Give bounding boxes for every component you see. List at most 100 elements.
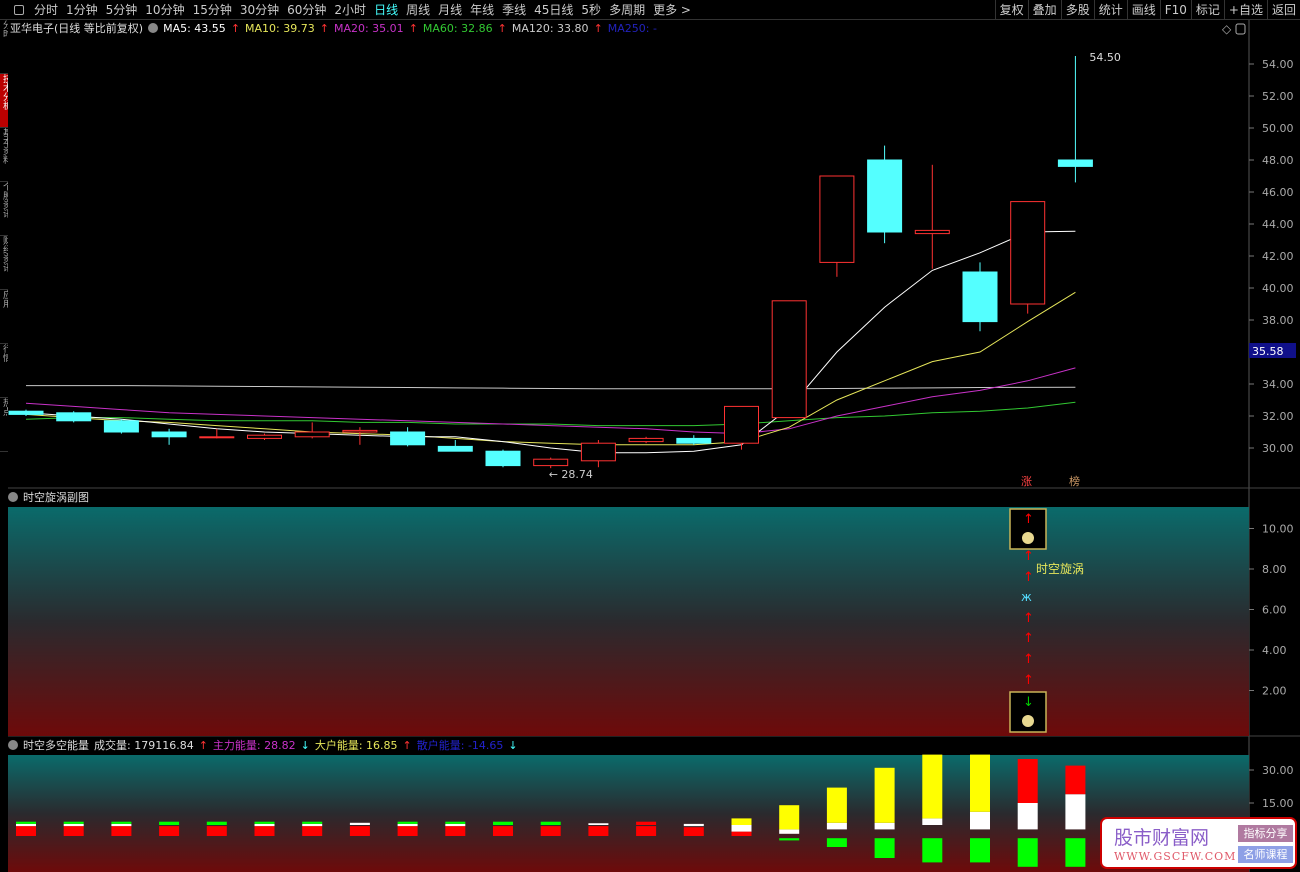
- y-tick-label: 4.00: [1262, 644, 1287, 657]
- energy-bar-segment: [683, 827, 704, 836]
- energy-bar-segment: [826, 822, 847, 830]
- candle: [247, 433, 282, 440]
- y-tick-label: 54.00: [1262, 58, 1294, 71]
- energy-bar: [874, 767, 895, 858]
- panel-icon[interactable]: [1235, 23, 1246, 35]
- candle: [867, 145, 903, 244]
- low-label: ← 28.74: [549, 468, 593, 481]
- candle: [628, 436, 664, 444]
- energy-bar: [111, 821, 132, 836]
- energy-bar-segment: [779, 838, 800, 841]
- energy-bar-segment: [254, 821, 275, 824]
- sub1-title: 时空旋涡副图: [23, 491, 89, 504]
- energy-bar-segment: [1017, 838, 1038, 867]
- energy-bar: [397, 821, 418, 836]
- energy-bar-segment: [636, 821, 657, 825]
- y-tick-label: 2.00: [1262, 685, 1287, 698]
- energy-bar-segment: [111, 821, 132, 824]
- y-tick-label: 15.00: [1262, 797, 1294, 810]
- energy-bar-segment: [636, 826, 657, 836]
- candle: [103, 419, 139, 434]
- signal-label: 时空旋涡: [1036, 562, 1084, 576]
- energy-bar-segment: [683, 823, 704, 827]
- y-tick-label: 34.00: [1262, 378, 1294, 391]
- arrow-down-icon: ↓: [1023, 695, 1034, 710]
- energy-bar-segment: [588, 823, 609, 825]
- sub1-toggle-icon[interactable]: [8, 492, 18, 502]
- energy-bar-segment: [63, 821, 84, 824]
- energy-bar-segment: [970, 838, 990, 863]
- energy-bar-segment: [1017, 759, 1038, 803]
- y-tick-label: 32.00: [1262, 410, 1294, 423]
- energy-bar-segment: [111, 823, 132, 827]
- energy-bar-segment: [349, 826, 370, 836]
- energy-bar-segment: [16, 823, 36, 827]
- retail-legend: 散户能量: -14.65: [416, 739, 504, 752]
- watermark-box: 股市财富网 WWW.GSCFW.COM 指标分享 名师课程: [1100, 817, 1297, 869]
- candle: [819, 175, 855, 277]
- energy-bar-segment: [111, 826, 132, 836]
- arrow-up-icon: ↑: [1023, 631, 1034, 646]
- energy-bar: [922, 754, 943, 863]
- energy-bar-segment: [206, 821, 227, 825]
- energy-bar: [731, 818, 752, 836]
- big-holder-legend: 大户能量: 16.85: [314, 739, 398, 752]
- energy-bar-segment: [445, 823, 466, 827]
- y-tick-label: 44.00: [1262, 218, 1294, 231]
- energy-bar: [445, 821, 466, 836]
- candle: [437, 440, 473, 452]
- y-tick-label: 10.00: [1262, 523, 1294, 536]
- money-bag-icon: [1022, 532, 1034, 544]
- energy-bar-segment: [397, 821, 418, 824]
- candle: [676, 435, 712, 445]
- y-tick-label: 52.00: [1262, 90, 1294, 103]
- energy-bar-segment: [779, 829, 800, 834]
- energy-bar-segment: [970, 754, 990, 812]
- energy-bar-segment: [731, 818, 752, 825]
- energy-bar-segment: [254, 823, 275, 827]
- energy-bar-segment: [445, 826, 466, 836]
- energy-bar: [1065, 765, 1086, 867]
- y-tick-label: 46.00: [1262, 186, 1294, 199]
- energy-bar-segment: [826, 787, 847, 823]
- candle: [485, 449, 521, 468]
- candle: [390, 427, 426, 447]
- candle: [1057, 56, 1093, 183]
- arrow-up-icon: ↑: [1023, 611, 1034, 626]
- energy-bar: [159, 821, 180, 836]
- watermark-tag2: 名师课程: [1238, 846, 1293, 863]
- energy-bar-segment: [254, 826, 275, 836]
- y-tick-label: 6.00: [1262, 604, 1287, 617]
- candle: [914, 164, 950, 269]
- candle: [56, 411, 92, 423]
- candle: [962, 262, 998, 332]
- energy-bar-segment: [1065, 838, 1086, 867]
- energy-bar-segment: [922, 818, 943, 825]
- energy-bar-segment: [16, 826, 36, 836]
- energy-bar: [349, 822, 370, 836]
- energy-bar-segment: [826, 838, 847, 847]
- money-bag-icon: [1022, 715, 1034, 727]
- energy-bar: [206, 821, 227, 836]
- sub1-background: [8, 507, 1249, 736]
- diamond-icon[interactable]: ◇: [1222, 22, 1232, 36]
- energy-bar-segment: [731, 825, 752, 832]
- energy-bar-segment: [731, 831, 752, 836]
- energy-bar-segment: [159, 826, 180, 836]
- energy-bar-segment: [874, 767, 895, 823]
- sub2-toggle-icon[interactable]: [8, 740, 18, 750]
- energy-bar-segment: [922, 838, 943, 863]
- ma10-line: [25, 291, 1076, 446]
- candle: [1010, 201, 1046, 314]
- energy-bar-segment: [397, 826, 418, 836]
- arrow-up-icon: ↑: [1023, 512, 1034, 527]
- y-tick-label: 30.00: [1262, 442, 1294, 455]
- energy-bar-segment: [1065, 794, 1086, 830]
- candle: [533, 457, 569, 469]
- ma120-line: [26, 385, 1076, 390]
- energy-bar-segment: [588, 826, 609, 836]
- arrow-up-icon: ↑: [1023, 570, 1034, 585]
- candle: [724, 405, 759, 450]
- energy-bar: [493, 821, 513, 836]
- watermark-site: 股市财富网: [1114, 827, 1210, 849]
